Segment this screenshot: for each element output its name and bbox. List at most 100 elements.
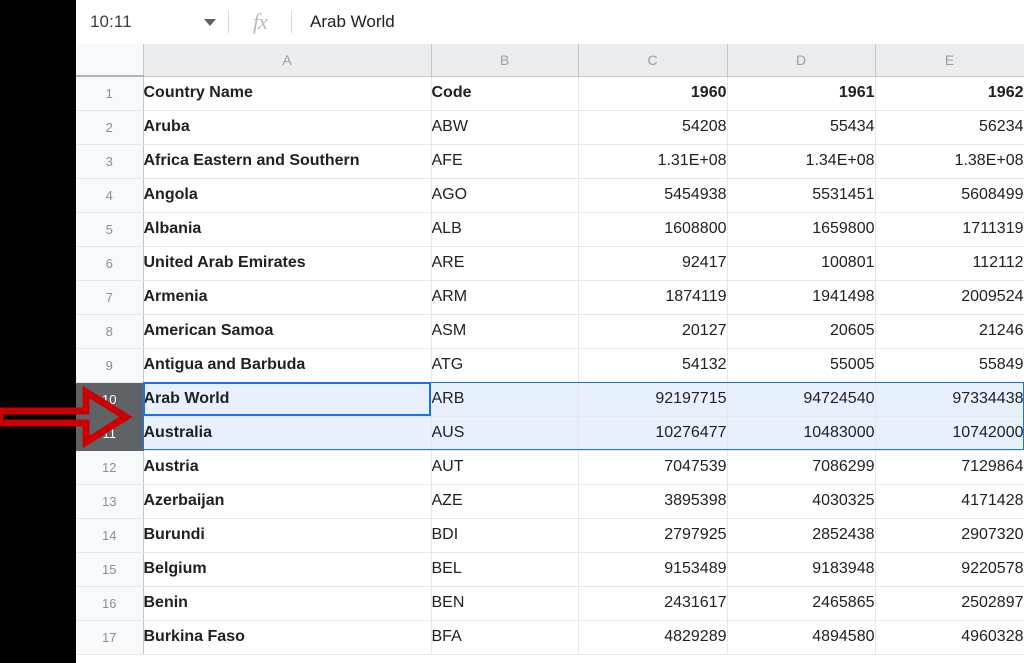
row-header-5[interactable]: 5: [76, 212, 144, 247]
row-header-13[interactable]: 13: [76, 484, 144, 519]
cell-B9[interactable]: ATG: [431, 348, 579, 383]
cell-B8[interactable]: ASM: [431, 314, 579, 349]
cell-C4[interactable]: 5454938: [578, 178, 728, 213]
cell-A5[interactable]: Albania: [143, 212, 432, 247]
table-row[interactable]: 16 Benin BEN 2431617 2465865 2502897: [76, 586, 1024, 621]
name-box[interactable]: 10:11: [76, 0, 228, 44]
cell-C13[interactable]: 3895398: [578, 484, 728, 519]
cell-B6[interactable]: ARE: [431, 246, 579, 281]
cell-D2[interactable]: 55434: [727, 110, 876, 145]
cell-A10[interactable]: Arab World: [143, 382, 432, 417]
table-row[interactable]: 2 Aruba ABW 54208 55434 56234: [76, 110, 1024, 145]
cell-D11[interactable]: 10483000: [727, 416, 876, 451]
cell-E9[interactable]: 55849: [875, 348, 1024, 383]
table-row[interactable]: 10 Arab World ARB 92197715 94724540 97334438: [76, 382, 1024, 417]
cell-D9[interactable]: 55005: [727, 348, 876, 383]
column-header-d[interactable]: D: [727, 44, 876, 77]
table-row[interactable]: 15 Belgium BEL 9153489 9183948 9220578: [76, 552, 1024, 587]
cell-C11[interactable]: 10276477: [578, 416, 728, 451]
cell-B17[interactable]: BFA: [431, 620, 579, 655]
cell-D3[interactable]: 1.34E+08: [727, 144, 876, 179]
cell-E3[interactable]: 1.38E+08: [875, 144, 1024, 179]
cell-B5[interactable]: ALB: [431, 212, 579, 247]
cell-C16[interactable]: 2431617: [578, 586, 728, 621]
cell-A11[interactable]: Australia: [143, 416, 432, 451]
table-row[interactable]: 12 Austria AUT 7047539 7086299 7129864: [76, 450, 1024, 485]
table-row[interactable]: 1 Country Name Code 1960 1961 1962: [76, 76, 1024, 111]
cell-A15[interactable]: Belgium: [143, 552, 432, 587]
cell-C9[interactable]: 54132: [578, 348, 728, 383]
cell-A1[interactable]: Country Name: [143, 76, 432, 111]
table-row[interactable]: 6 United Arab Emirates ARE 92417 100801 11211…: [76, 246, 1024, 281]
formula-input[interactable]: Arab World: [292, 0, 1024, 44]
cell-C12[interactable]: 7047539: [578, 450, 728, 485]
table-row[interactable]: 4 Angola AGO 5454938 5531451 5608499: [76, 178, 1024, 213]
row-header-14[interactable]: 14: [76, 518, 144, 553]
cell-B16[interactable]: BEN: [431, 586, 579, 621]
cell-E4[interactable]: 5608499: [875, 178, 1024, 213]
cell-B3[interactable]: AFE: [431, 144, 579, 179]
cell-B4[interactable]: AGO: [431, 178, 579, 213]
cell-E11[interactable]: 10742000: [875, 416, 1024, 451]
cell-D7[interactable]: 1941498: [727, 280, 876, 315]
cell-E1[interactable]: 1962: [875, 76, 1024, 111]
cell-D12[interactable]: 7086299: [727, 450, 876, 485]
cell-D6[interactable]: 100801: [727, 246, 876, 281]
cell-A8[interactable]: American Samoa: [143, 314, 432, 349]
column-header-c[interactable]: C: [578, 44, 728, 77]
row-header-7[interactable]: 7: [76, 280, 144, 315]
table-row[interactable]: 8 American Samoa ASM 20127 20605 21246: [76, 314, 1024, 349]
row-header-4[interactable]: 4: [76, 178, 144, 213]
row-header-12[interactable]: 12: [76, 450, 144, 485]
cell-E16[interactable]: 2502897: [875, 586, 1024, 621]
cell-E13[interactable]: 4171428: [875, 484, 1024, 519]
cell-B12[interactable]: AUT: [431, 450, 579, 485]
cell-B13[interactable]: AZE: [431, 484, 579, 519]
cell-D1[interactable]: 1961: [727, 76, 876, 111]
row-header-2[interactable]: 2: [76, 110, 144, 145]
cell-E8[interactable]: 21246: [875, 314, 1024, 349]
row-header-3[interactable]: 3: [76, 144, 144, 179]
cell-C2[interactable]: 54208: [578, 110, 728, 145]
cell-C17[interactable]: 4829289: [578, 620, 728, 655]
cell-A17[interactable]: Burkina Faso: [143, 620, 432, 655]
cell-C5[interactable]: 1608800: [578, 212, 728, 247]
cell-A12[interactable]: Austria: [143, 450, 432, 485]
row-header-6[interactable]: 6: [76, 246, 144, 281]
cell-B10[interactable]: ARB: [431, 382, 579, 417]
table-row[interactable]: 7 Armenia ARM 1874119 1941498 2009524: [76, 280, 1024, 315]
cell-B11[interactable]: AUS: [431, 416, 579, 451]
cell-A7[interactable]: Armenia: [143, 280, 432, 315]
cell-E6[interactable]: 112112: [875, 246, 1024, 281]
cell-B2[interactable]: ABW: [431, 110, 579, 145]
cell-A16[interactable]: Benin: [143, 586, 432, 621]
cell-C3[interactable]: 1.31E+08: [578, 144, 728, 179]
column-header-e[interactable]: E: [875, 44, 1024, 77]
cell-D8[interactable]: 20605: [727, 314, 876, 349]
cell-E10[interactable]: 97334438: [875, 382, 1024, 417]
cell-E7[interactable]: 2009524: [875, 280, 1024, 315]
row-header-10[interactable]: 10: [76, 382, 144, 417]
cell-D4[interactable]: 5531451: [727, 178, 876, 213]
table-row[interactable]: 17 Burkina Faso BFA 4829289 4894580 4960328: [76, 620, 1024, 655]
cell-E5[interactable]: 1711319: [875, 212, 1024, 247]
table-row[interactable]: 5 Albania ALB 1608800 1659800 1711319: [76, 212, 1024, 247]
table-row[interactable]: 11 Australia AUS 10276477 10483000 10742000: [76, 416, 1024, 451]
table-row[interactable]: 3 Africa Eastern and Southern AFE 1.31E+08 1…: [76, 144, 1024, 179]
cell-D13[interactable]: 4030325: [727, 484, 876, 519]
row-header-17[interactable]: 17: [76, 620, 144, 655]
chevron-down-icon[interactable]: [204, 18, 216, 26]
row-header-9[interactable]: 9: [76, 348, 144, 383]
row-header-15[interactable]: 15: [76, 552, 144, 587]
cell-A14[interactable]: Burundi: [143, 518, 432, 553]
row-header-1[interactable]: 1: [76, 76, 144, 111]
cell-B14[interactable]: BDI: [431, 518, 579, 553]
row-header-16[interactable]: 16: [76, 586, 144, 621]
select-all-corner[interactable]: [76, 44, 144, 77]
column-header-a[interactable]: A: [143, 44, 432, 77]
cell-C14[interactable]: 2797925: [578, 518, 728, 553]
cell-D16[interactable]: 2465865: [727, 586, 876, 621]
cell-E12[interactable]: 7129864: [875, 450, 1024, 485]
cell-C1[interactable]: 1960: [578, 76, 728, 111]
cell-A2[interactable]: Aruba: [143, 110, 432, 145]
